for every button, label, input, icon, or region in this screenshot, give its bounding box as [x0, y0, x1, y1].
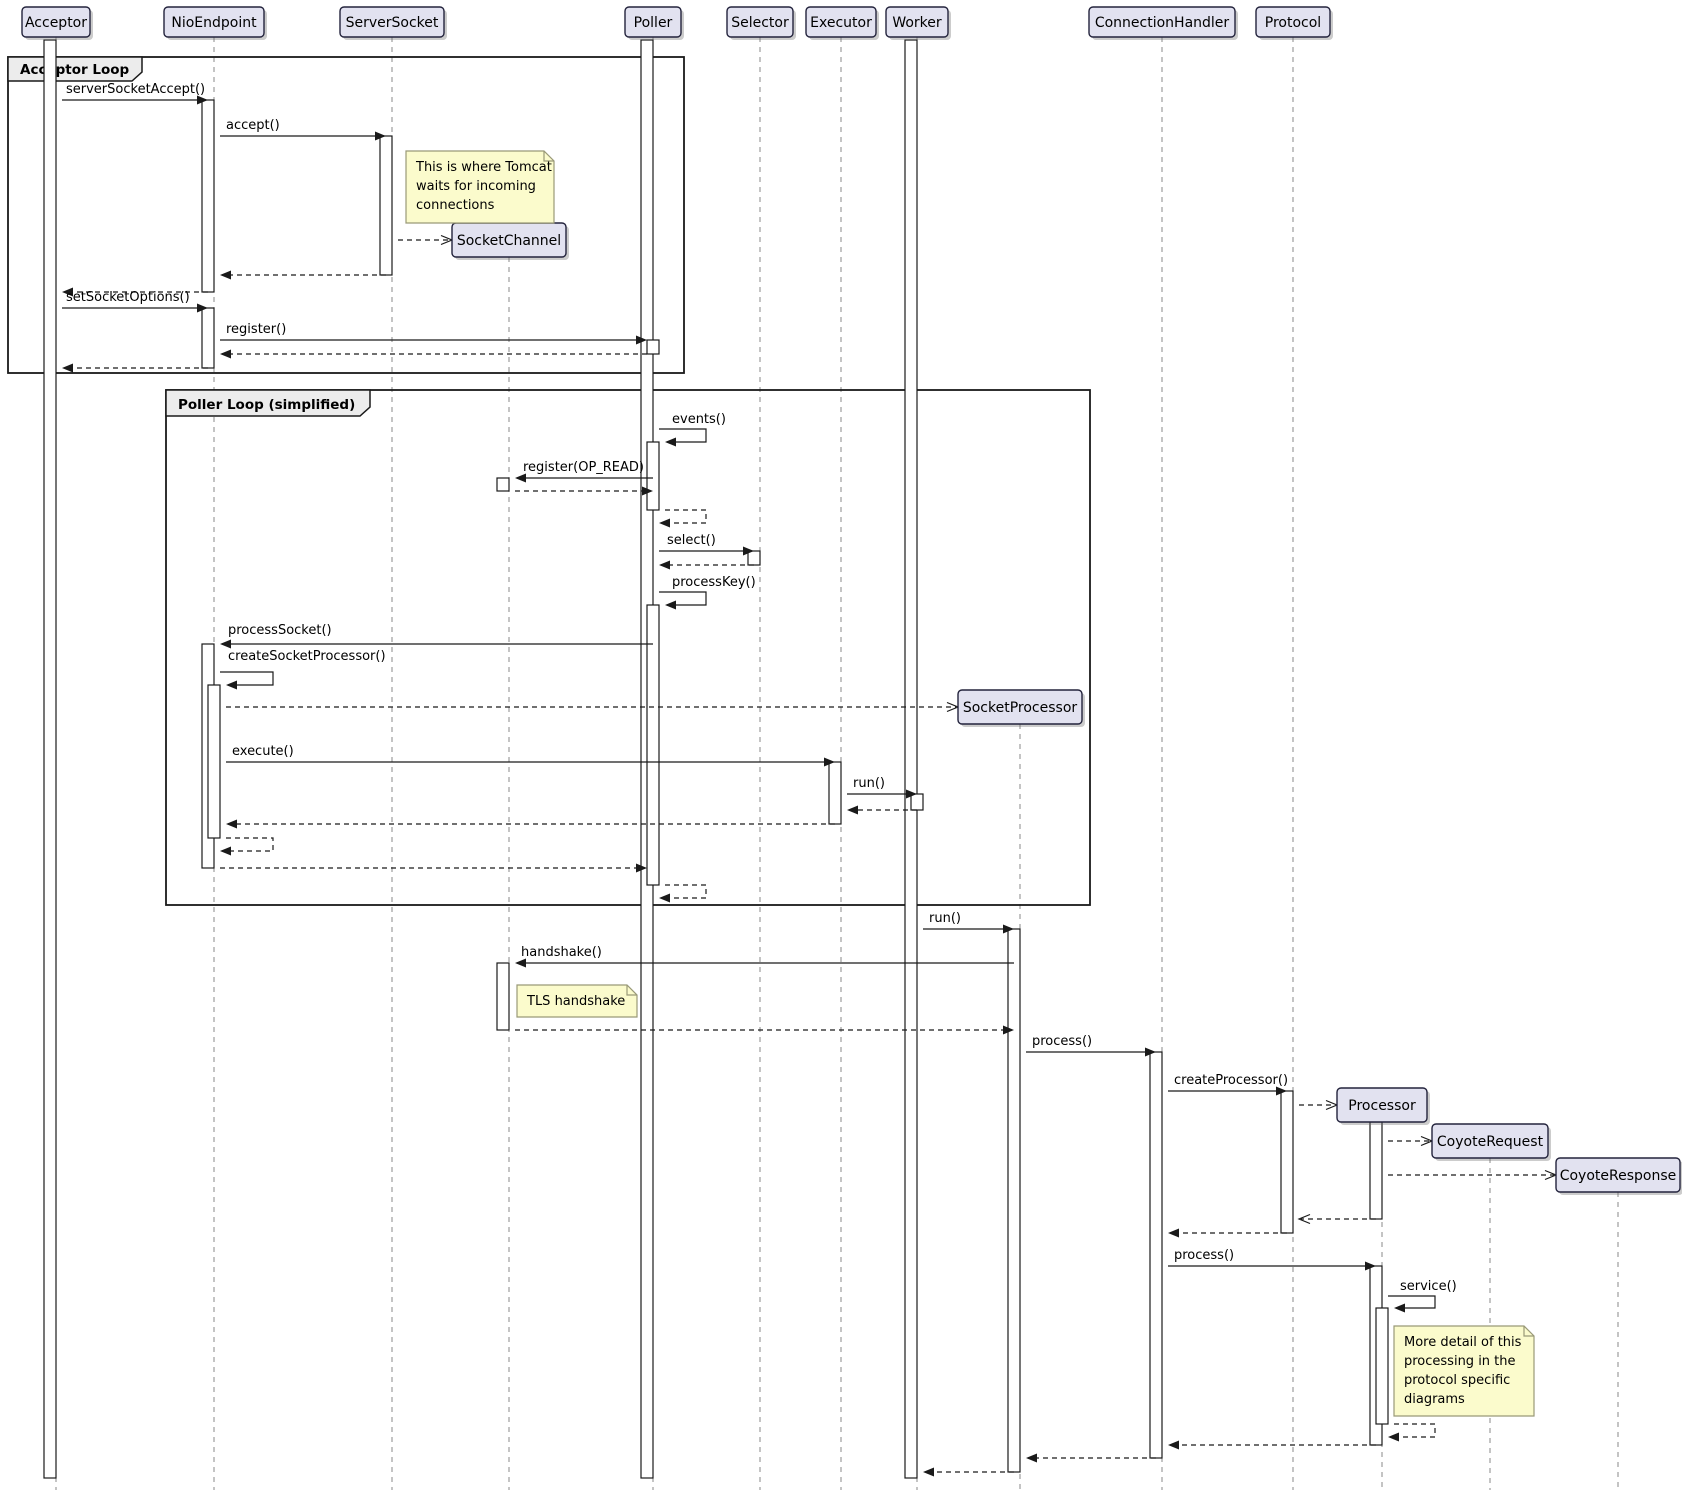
activation-poller-events — [647, 442, 659, 510]
message-return-setsocketoptions-arrowhead — [62, 364, 73, 373]
self-message-events-arrowhead — [665, 438, 676, 447]
message-label-handshake: handshake() — [521, 945, 602, 960]
frame-title-acceptor-loop: Acceptor Loop — [20, 62, 130, 78]
participant-label-acceptor: Acceptor — [25, 15, 87, 31]
message-label-accept: accept() — [226, 118, 280, 133]
message-label-run-worker: run() — [853, 776, 885, 791]
self-message-service-self-return-arrowhead — [1388, 1433, 1399, 1442]
participant-label-connectionhandler: ConnectionHandler — [1095, 15, 1230, 31]
activation-processor-service — [1376, 1308, 1388, 1424]
note-tomcat-waits-line-2: waits for incoming — [416, 179, 536, 194]
participant-label-poller: Poller — [634, 15, 673, 31]
sequence-diagram: Acceptor Loop Poller Loop (simplified) ser… — [0, 0, 1682, 1495]
message-label-events: events() — [672, 412, 726, 427]
self-message-createsocketprocessor-self-return-arrowhead — [220, 847, 231, 856]
activation-protocol-createprocessor — [1281, 1091, 1293, 1233]
message-label-service: service() — [1400, 1279, 1457, 1294]
activation-selector-select — [748, 551, 760, 565]
self-message-events-self-return-arrowhead — [659, 519, 670, 528]
message-label-process-connectionhandler: process() — [1032, 1034, 1092, 1049]
participant-label-processor: Processor — [1348, 1098, 1416, 1114]
activation-acceptor-main — [44, 40, 56, 1478]
activation-socketprocessor-run — [1008, 929, 1020, 1472]
message-label-serversocketaccept: serverSocketAccept() — [66, 82, 205, 97]
participant-label-socketprocessor: SocketProcessor — [963, 700, 1078, 716]
message-label-processkey: processKey() — [672, 575, 756, 590]
note-tomcat-waits-line-3: connections — [416, 198, 495, 213]
message-label-register-op-read: register(OP_READ) — [523, 460, 644, 475]
activation-poller-register-stub — [647, 340, 659, 354]
activation-nio-createsocketproc — [208, 685, 220, 838]
self-message-createsocketprocessor — [220, 672, 273, 685]
activation-socketchannel-handshake — [497, 963, 509, 1030]
participant-label-socketchannel: SocketChannel — [457, 233, 561, 249]
frame-title-poller-loop: Poller Loop (simplified) — [178, 397, 355, 413]
message-processsocket-arrowhead — [220, 640, 231, 649]
activation-processor-created — [1370, 1122, 1382, 1219]
message-return-register-arrowhead — [220, 350, 231, 359]
activation-poller-processkey — [647, 605, 659, 885]
note-more-detail-line-2: processing in the — [1404, 1354, 1516, 1369]
message-label-run-socketprocessor: run() — [929, 911, 961, 926]
message-return-execute-arrowhead — [226, 820, 237, 829]
participant-label-protocol: Protocol — [1265, 15, 1321, 31]
frame-acceptor-loop — [8, 57, 684, 373]
message-label-setsocketoptions: setSocketOptions() — [66, 290, 190, 305]
message-label-createsocketprocessor: createSocketProcessor() — [228, 649, 386, 664]
note-tomcat-waits-line-1: This is where Tomcat — [415, 160, 552, 175]
participant-label-selector: Selector — [731, 15, 789, 31]
message-return-select-arrowhead — [659, 561, 670, 570]
note-tls-handshake-line-1: TLS handshake — [526, 994, 625, 1009]
message-label-execute: execute() — [232, 744, 294, 759]
note-more-detail-line-1: More detail of this — [1404, 1335, 1522, 1350]
self-message-processkey-self-return-arrowhead — [659, 894, 670, 903]
activation-worker-main — [905, 40, 917, 1478]
participant-label-coyoteresponse: CoyoteResponse — [1560, 1168, 1677, 1184]
self-message-processkey — [659, 592, 706, 605]
message-label-createprocessor: createProcessor() — [1174, 1073, 1288, 1088]
participant-label-nioendpoint: NioEndpoint — [171, 15, 257, 31]
activation-connectionhandler-process — [1150, 1052, 1162, 1458]
self-message-createsocketprocessor-arrowhead — [226, 681, 237, 690]
self-message-events — [659, 429, 706, 442]
activation-nio-setsocketoptions — [202, 308, 214, 368]
activation-worker-run-stub — [911, 794, 923, 810]
participant-label-executor: Executor — [810, 15, 872, 31]
note-more-detail-line-3: protocol specific — [1404, 1373, 1510, 1388]
message-label-register: register() — [226, 322, 286, 337]
participant-label-serversocket: ServerSocket — [346, 15, 439, 31]
activation-serversocket-accept — [380, 136, 392, 275]
activation-nio-serversocketaccept — [202, 100, 214, 292]
participant-label-coyoterequest: CoyoteRequest — [1437, 1134, 1544, 1150]
sequence-diagram-canvas: Acceptor Loop Poller Loop (simplified) ser… — [0, 0, 1682, 1495]
self-message-service — [1388, 1296, 1435, 1308]
self-message-processkey-arrowhead — [665, 601, 676, 610]
message-return-process-processor-arrowhead — [1168, 1441, 1179, 1450]
activation-socketchannel-register — [497, 478, 509, 491]
self-message-service-arrowhead — [1394, 1304, 1405, 1313]
message-return-process-connectionhandler-arrowhead — [1026, 1454, 1037, 1463]
message-label-processsocket: processSocket() — [228, 623, 332, 638]
message-label-process-processor: process() — [1174, 1248, 1234, 1263]
message-return-run-worker-arrowhead — [847, 806, 858, 815]
activation-executor-execute — [829, 762, 841, 824]
message-return-createprocessor-arrowhead — [1168, 1229, 1179, 1238]
message-label-select: select() — [667, 533, 716, 548]
message-return-run-socketprocessor-arrowhead — [923, 1468, 934, 1477]
message-return-accept-arrowhead — [220, 271, 231, 280]
note-more-detail-line-4: diagrams — [1404, 1392, 1465, 1407]
participant-label-worker: Worker — [892, 15, 942, 31]
